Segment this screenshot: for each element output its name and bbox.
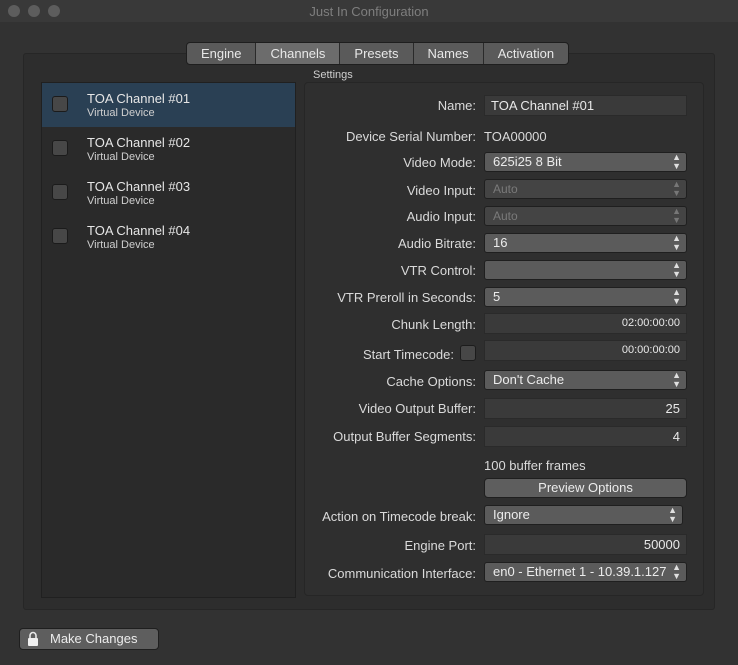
tab-bar: Engine Channels Presets Names Activation — [186, 42, 570, 65]
video-mode-label: Video Mode: — [403, 155, 476, 170]
channel-name: TOA Channel #01 — [87, 91, 191, 106]
video-mode-value: 625i25 8 Bit — [493, 154, 562, 169]
serial-value: TOA00000 — [484, 129, 547, 144]
channel-name: TOA Channel #03 — [87, 179, 191, 194]
engine-port-label: Engine Port: — [404, 538, 476, 553]
chunk-length-field[interactable]: 02:00:00:00 — [484, 313, 687, 334]
vtr-preroll-label: VTR Preroll in Seconds: — [337, 290, 476, 305]
audio-input-value: Auto — [493, 209, 518, 223]
output-buffer-segments-label: Output Buffer Segments: — [333, 429, 476, 444]
timecode-break-value: Ignore — [493, 507, 530, 522]
channel-device: Virtual Device — [87, 107, 155, 119]
channel-row-04[interactable]: TOA Channel #04 Virtual Device — [42, 215, 295, 259]
tab-presets[interactable]: Presets — [339, 43, 412, 64]
name-field[interactable]: TOA Channel #01 — [484, 95, 687, 116]
vtr-preroll-value: 5 — [493, 289, 501, 304]
stepper-arrows-icon: ▲ ▼ — [668, 505, 677, 524]
stepper-arrows-icon: ▲ ▼ — [672, 179, 681, 198]
channel-enable-checkbox[interactable] — [52, 184, 68, 200]
channel-device: Virtual Device — [87, 151, 155, 163]
cache-options-label: Cache Options: — [386, 374, 476, 389]
serial-label: Device Serial Number: — [345, 129, 476, 144]
title-bar: Just In Configuration — [0, 0, 738, 22]
stepper-arrows-icon: ▲ ▼ — [672, 260, 681, 279]
video-input-value: Auto — [493, 182, 518, 196]
channel-name: TOA Channel #04 — [87, 223, 191, 238]
name-label: Name: — [437, 98, 476, 113]
tab-engine[interactable]: Engine — [187, 43, 255, 64]
settings-group-label: Settings — [313, 69, 353, 81]
channel-enable-checkbox[interactable] — [52, 228, 68, 244]
video-input-select[interactable]: Auto ▲ ▼ — [484, 179, 687, 199]
window-title: Just In Configuration — [309, 4, 429, 19]
cache-options-value: Don't Cache — [493, 372, 565, 387]
config-window: Just In Configuration Engine Channels Pr… — [0, 0, 738, 665]
audio-input-select[interactable]: Auto ▲ ▼ — [484, 206, 687, 226]
stepper-arrows-icon: ▲ ▼ — [672, 206, 681, 225]
make-changes-label: Make Changes — [50, 631, 138, 646]
vtr-control-label: VTR Control: — [400, 263, 476, 278]
start-timecode-label: Start Timecode: — [362, 347, 454, 362]
channel-row-03[interactable]: TOA Channel #03 Virtual Device — [42, 171, 295, 215]
comm-interface-label: Communication Interface: — [327, 566, 476, 581]
tab-channels[interactable]: Channels — [255, 43, 340, 64]
channel-enable-checkbox[interactable] — [52, 140, 68, 156]
channel-name: TOA Channel #02 — [87, 135, 191, 150]
tab-activation[interactable]: Activation — [482, 43, 568, 64]
cache-options-select[interactable]: Don't Cache ▲ ▼ — [484, 370, 687, 390]
stepper-arrows-icon: ▲ ▼ — [672, 370, 681, 389]
audio-bitrate-select[interactable]: 16 ▲ ▼ — [484, 233, 687, 253]
chunk-length-label: Chunk Length: — [391, 317, 476, 332]
tab-names[interactable]: Names — [412, 43, 483, 64]
stepper-arrows-icon: ▲ ▼ — [672, 233, 681, 252]
channel-row-02[interactable]: TOA Channel #02 Virtual Device — [42, 127, 295, 171]
video-output-buffer-label: Video Output Buffer: — [358, 401, 476, 416]
stepper-arrows-icon: ▲ ▼ — [672, 562, 681, 581]
video-input-label: Video Input: — [406, 183, 476, 198]
comm-interface-select[interactable]: en0 - Ethernet 1 - 10.39.1.127 ▲ ▼ — [484, 562, 687, 582]
audio-input-label: Audio Input: — [406, 209, 476, 224]
output-buffer-segments-field[interactable]: 4 — [484, 426, 687, 447]
start-timecode-field[interactable]: 00:00:00:00 — [484, 340, 687, 361]
lock-icon — [26, 631, 40, 653]
video-mode-select[interactable]: 625i25 8 Bit ▲ ▼ — [484, 152, 687, 172]
stepper-arrows-icon: ▲ ▼ — [672, 152, 681, 171]
start-timecode-checkbox[interactable] — [460, 345, 476, 361]
timecode-break-select[interactable]: Ignore ▲ ▼ — [484, 505, 683, 525]
preview-options-button[interactable]: Preview Options — [484, 478, 687, 498]
buffer-frames-text: 100 buffer frames — [484, 458, 586, 473]
timecode-break-label: Action on Timecode break: — [322, 509, 476, 524]
engine-port-field[interactable]: 50000 — [484, 534, 687, 555]
audio-bitrate-label: Audio Bitrate: — [397, 236, 476, 251]
channel-row-01[interactable]: TOA Channel #01 Virtual Device — [42, 83, 295, 127]
audio-bitrate-value: 16 — [493, 235, 508, 250]
stepper-arrows-icon: ▲ ▼ — [672, 287, 681, 306]
channel-enable-checkbox[interactable] — [52, 96, 68, 112]
vtr-control-select[interactable]: ▲ ▼ — [484, 260, 687, 280]
channel-list: TOA Channel #01 Virtual Device TOA Chann… — [41, 82, 296, 598]
video-output-buffer-field[interactable]: 25 — [484, 398, 687, 419]
channel-device: Virtual Device — [87, 195, 155, 207]
make-changes-button[interactable]: Make Changes — [19, 628, 159, 650]
comm-interface-value: en0 - Ethernet 1 - 10.39.1.127 — [493, 564, 667, 579]
channel-device: Virtual Device — [87, 239, 155, 251]
vtr-preroll-select[interactable]: 5 ▲ ▼ — [484, 287, 687, 307]
